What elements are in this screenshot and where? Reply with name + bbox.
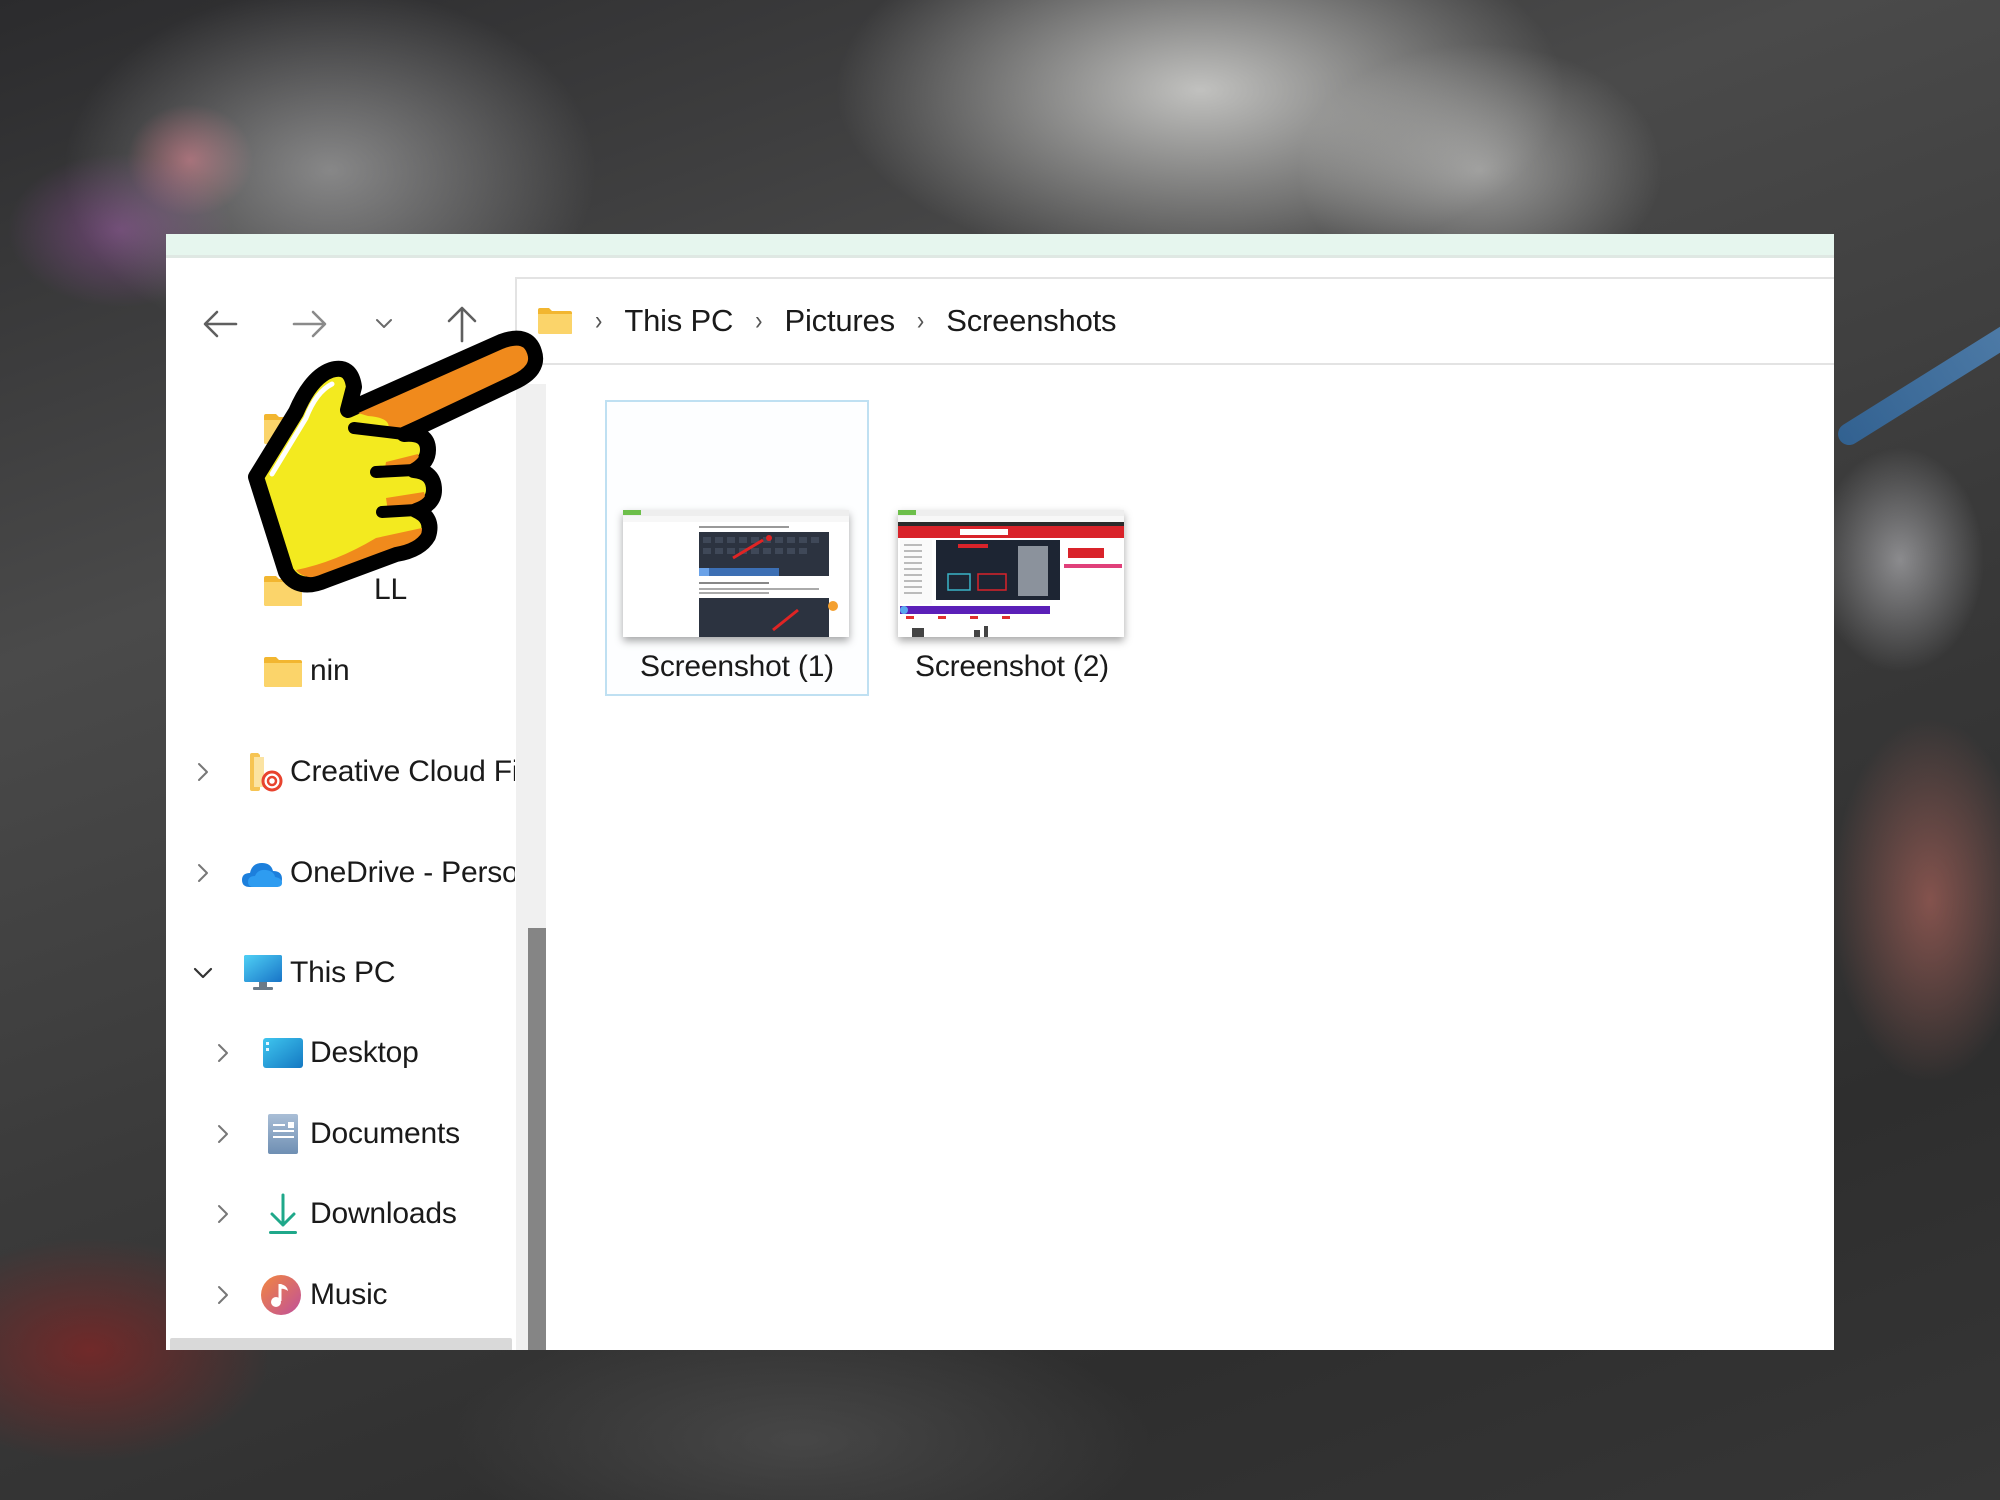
creative-cloud-icon <box>250 753 283 792</box>
tree-item-music[interactable]: Music <box>166 1265 515 1325</box>
file-explorer-window: › This PC › Pictures › Screenshots LL ni… <box>166 234 1834 1350</box>
title-bar-strip <box>166 234 1834 258</box>
expand-chevron[interactable] <box>188 858 218 888</box>
tree-item-label: nin <box>310 654 350 687</box>
arrow-right-icon <box>292 310 327 338</box>
tree-item-nin[interactable]: nin <box>166 641 515 701</box>
breadcrumb-separator[interactable]: › <box>755 307 762 334</box>
tree-item-label: This PC <box>290 956 396 989</box>
tree-item-folder[interactable] <box>166 398 515 458</box>
navigation-pane-vertical-scrollbar[interactable] <box>516 384 546 1350</box>
desktop-icon <box>263 1038 303 1068</box>
music-icon <box>261 1275 301 1315</box>
breadcrumb-separator[interactable]: › <box>917 307 924 334</box>
expand-chevron[interactable] <box>188 757 218 787</box>
expand-chevron[interactable] <box>208 1119 238 1149</box>
tree-item-label: Creative Cloud Fi <box>290 755 515 788</box>
back-button[interactable] <box>192 296 248 352</box>
chevron-right-icon <box>218 1125 228 1143</box>
chevron-down-icon <box>193 967 213 979</box>
forward-button[interactable] <box>282 296 338 352</box>
browser-shop-thumbnail <box>898 510 1124 637</box>
tree-item-downloads[interactable]: Downloads <box>166 1184 515 1244</box>
tree-item-desktop[interactable]: Desktop <box>166 1023 515 1083</box>
chevron-right-icon <box>198 864 208 882</box>
onedrive-cloud-icon <box>242 863 282 887</box>
image-thumbnail <box>898 510 1124 637</box>
monitor-icon <box>244 955 282 990</box>
chevron-right-icon <box>218 1044 228 1062</box>
folder-icon <box>538 308 572 334</box>
document-icon <box>268 1114 298 1154</box>
chevron-right-icon <box>218 1205 228 1223</box>
expand-chevron[interactable] <box>208 1199 238 1229</box>
chevron-right-icon <box>198 763 208 781</box>
folder-icon <box>264 576 302 606</box>
tree-item-folder[interactable]: LL <box>166 560 515 620</box>
address-bar[interactable]: › This PC › Pictures › Screenshots <box>515 277 1834 365</box>
folder-icon <box>264 414 302 444</box>
tree-item-label: Downloads <box>310 1197 457 1230</box>
arrow-left-icon <box>203 310 238 338</box>
file-tile-screenshot-1[interactable]: Screenshot (1) <box>605 400 869 696</box>
chevron-down-icon <box>376 319 392 328</box>
expand-chevron[interactable] <box>208 1038 238 1068</box>
chevron-right-icon <box>218 1286 228 1304</box>
tree-item-documents[interactable]: Documents <box>166 1104 515 1164</box>
tree-item-this-pc[interactable]: This PC <box>166 943 515 1003</box>
file-list-pane: Screenshot (1) Screenshot (2) <box>560 367 1834 1350</box>
navigation-pane-horizontal-scrollbar[interactable] <box>170 1338 512 1350</box>
breadcrumb-screenshots[interactable]: Screenshots <box>946 303 1116 339</box>
tree-item-label: Music <box>310 1278 388 1311</box>
recent-locations-button[interactable] <box>356 296 412 352</box>
image-thumbnail <box>623 510 849 637</box>
tree-item-onedrive[interactable]: OneDrive - Perso <box>166 843 515 903</box>
file-name: Screenshot (1) <box>640 650 834 683</box>
up-button[interactable] <box>434 296 490 352</box>
breadcrumb-separator: › <box>595 305 603 336</box>
expand-chevron[interactable] <box>208 1280 238 1310</box>
arrow-up-icon <box>447 306 477 343</box>
tree-item-label: OneDrive - Perso <box>290 856 515 889</box>
browser-article-thumbnail <box>623 510 849 637</box>
file-name: Screenshot (2) <box>915 650 1109 683</box>
folder-icon <box>264 657 302 687</box>
collapse-chevron[interactable] <box>188 958 218 988</box>
breadcrumb-this-pc[interactable]: This PC <box>624 303 733 339</box>
tree-item-label: Documents <box>310 1117 460 1150</box>
tree-item-label: Desktop <box>310 1036 419 1069</box>
navigation-pane: LL nin Creative Cloud Fi OneDrive - Pers… <box>166 365 515 1350</box>
download-icon <box>269 1193 297 1234</box>
breadcrumb-pictures[interactable]: Pictures <box>785 303 896 339</box>
tree-item-creative-cloud-files[interactable]: Creative Cloud Fi <box>166 742 515 802</box>
file-tile-screenshot-2[interactable]: Screenshot (2) <box>880 400 1144 696</box>
tree-item-label: LL <box>374 573 407 606</box>
scrollbar-thumb[interactable] <box>528 928 546 1350</box>
